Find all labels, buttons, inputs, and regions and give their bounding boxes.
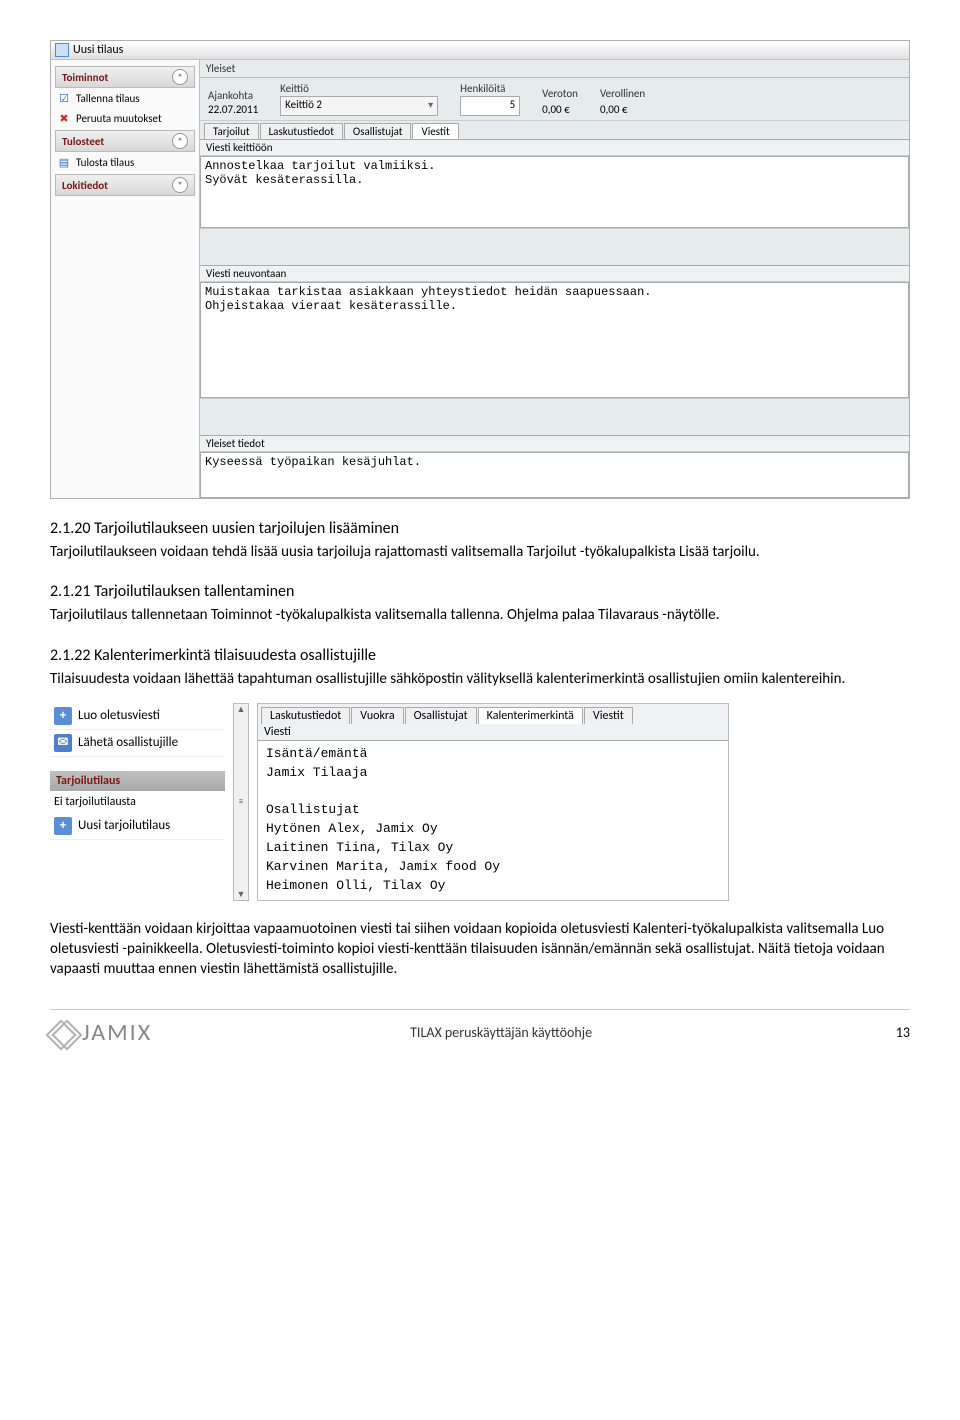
panel-header-toiminnot[interactable]: Toiminnot ˄ (55, 66, 195, 88)
panel-title: Toiminnot (62, 71, 108, 84)
field-label: Ajankohta (208, 89, 258, 102)
tab-vuokra[interactable]: Vuokra (351, 707, 403, 724)
spacer (200, 228, 909, 265)
field-label: Veroton (542, 87, 578, 100)
calendar-panel: Laskutustiedot Vuokra Osallistujat Kalen… (257, 703, 729, 901)
toolbar-item-label: Luo oletusviesti (78, 708, 160, 723)
footer-title: TILAX peruskäyttäjän käyttöohje (164, 1024, 838, 1041)
field-value: 22.07.2011 (208, 103, 258, 116)
message-general-textarea[interactable]: Kyseessä työpaikan kesäjuhlat. (200, 452, 909, 498)
panel-header-lokitiedot[interactable]: Lokitiedot ˅ (55, 174, 195, 196)
heading-2121: 2.1.21 Tarjoilutilauksen tallentaminen (50, 582, 910, 601)
toolbar-item-label: Lähetä osallistujille (78, 735, 178, 750)
sidebar-item-label: Tulosta tilaus (76, 156, 134, 169)
page-footer: JAMIX TILAX peruskäyttäjän käyttöohje 13 (50, 1009, 910, 1057)
heading-2122: 2.1.22 Kalenterimerkintä tilaisuudesta o… (50, 646, 910, 665)
message-label-general: Yleiset tiedot (200, 435, 909, 452)
message-body-textarea[interactable]: Isäntä/emäntä Jamix Tilaaja Osallistujat… (258, 740, 728, 900)
tab-viestit[interactable]: Viestit (412, 123, 458, 139)
cancel-icon: ✖ (57, 111, 71, 125)
scrollbar[interactable]: ▲≡▼ (233, 703, 249, 901)
figure-calendar: + Luo oletusviesti ✉ Lähetä osallistujil… (50, 703, 910, 901)
sidebar-item-save[interactable]: ☑ Tallenna tilaus (55, 88, 195, 108)
heading-2120: 2.1.20 Tarjoilutilaukseen uusien tarjoil… (50, 519, 910, 538)
check-icon: ☑ (57, 91, 71, 105)
message-advice-textarea[interactable]: Muistakaa tarkistaa asiakkaan yhteystied… (200, 282, 909, 398)
message-label-kitchen: Viesti keittiöön (200, 139, 909, 156)
brand-logo: JAMIX (50, 1018, 152, 1047)
brand-name: JAMIX (82, 1018, 152, 1047)
logo-icon (50, 1020, 76, 1046)
field-ajankohta: Ajankohta 22.07.2011 (208, 89, 258, 116)
toolbar-item-label: Uusi tarjoilutilaus (78, 818, 170, 833)
new-serving-order[interactable]: + Uusi tarjoilutilaus (50, 813, 225, 840)
application-window: Uusi tilaus Toiminnot ˄ ☑ Tallenna tilau… (50, 40, 910, 499)
viesti-label: Viesti (258, 724, 728, 740)
field-value: 0,00 € (600, 103, 645, 116)
page-number: 13 (850, 1024, 910, 1041)
paragraph: Tarjoilutilaukseen voidaan tehdä lisää u… (50, 542, 910, 562)
sidebar-item-print[interactable]: ▤ Tulosta tilaus (55, 152, 195, 172)
create-default-message[interactable]: + Luo oletusviesti (50, 703, 225, 730)
sidebar-item-label: Tallenna tilaus (76, 92, 140, 105)
fields-row: Ajankohta 22.07.2011 Keittiö Keittiö 2 H… (200, 78, 909, 121)
field-veroton: Veroton 0,00 € (542, 87, 578, 116)
message-label-advice: Viesti neuvontaan (200, 265, 909, 282)
tab-kalenterimerkinta[interactable]: Kalenterimerkintä (478, 707, 583, 724)
spacer (200, 398, 909, 435)
envelope-icon: ✉ (54, 734, 72, 752)
tab-viestit[interactable]: Viestit (584, 707, 633, 724)
panel-title: Tulosteet (62, 135, 104, 148)
titlebar[interactable]: Uusi tilaus (51, 41, 909, 60)
section-header-tarjoilutilaus: Tarjoilutilaus (50, 771, 225, 791)
tab-bar: Tarjoilut Laskutustiedot Osallistujat Vi… (200, 121, 909, 139)
field-henkiloita: Henkilöitä 5 (460, 82, 520, 116)
tab-osallistujat[interactable]: Osallistujat (344, 123, 412, 139)
field-keittio: Keittiö Keittiö 2 (280, 82, 438, 116)
plus-icon: + (54, 817, 72, 835)
main-panel: Yleiset Ajankohta 22.07.2011 Keittiö Kei… (200, 60, 909, 498)
message-kitchen-textarea[interactable]: Annostelkaa tarjoilut valmiiksi. Syövät … (200, 156, 909, 228)
panel-header-tulosteet[interactable]: Tulosteet ˄ (55, 130, 195, 152)
tab-laskutustiedot[interactable]: Laskutustiedot (260, 123, 343, 139)
calendar-toolbar: + Luo oletusviesti ✉ Lähetä osallistujil… (50, 703, 225, 901)
field-value: 0,00 € (542, 103, 578, 116)
fieldset-label: Yleiset (200, 60, 909, 78)
collapse-icon[interactable]: ˄ (172, 133, 188, 149)
paragraph: Tilaisuudesta voidaan lähettää tapahtuma… (50, 669, 910, 689)
document-icon: ▤ (57, 155, 71, 169)
tab-osallistujat[interactable]: Osallistujat (405, 707, 477, 724)
panel-title: Lokitiedot (62, 179, 108, 192)
field-label: Verollinen (600, 87, 645, 100)
sidebar-item-label: Peruuta muutokset (76, 112, 162, 125)
paragraph: Tarjoilutilaus tallennetaan Toiminnot -t… (50, 605, 910, 625)
paragraph: Viesti-kenttään voidaan kirjoittaa vapaa… (50, 919, 910, 980)
plus-icon: + (54, 707, 72, 725)
sidebar-item-cancel[interactable]: ✖ Peruuta muutokset (55, 108, 195, 128)
expand-icon[interactable]: ˅ (172, 177, 188, 193)
kitchen-combobox[interactable]: Keittiö 2 (280, 96, 438, 116)
collapse-icon[interactable]: ˄ (172, 69, 188, 85)
tab-tarjoilut[interactable]: Tarjoilut (204, 123, 259, 139)
field-verollinen: Verollinen 0,00 € (600, 87, 645, 116)
sidebar: Toiminnot ˄ ☑ Tallenna tilaus ✖ Peruuta … (51, 60, 200, 498)
field-label: Henkilöitä (460, 82, 520, 95)
window-title: Uusi tilaus (73, 43, 123, 57)
tab-laskutustiedot[interactable]: Laskutustiedot (261, 707, 350, 724)
tab-bar: Laskutustiedot Vuokra Osallistujat Kalen… (258, 704, 728, 724)
app-icon (55, 43, 69, 57)
people-input[interactable]: 5 (460, 96, 520, 116)
send-to-participants[interactable]: ✉ Lähetä osallistujille (50, 730, 225, 757)
field-label: Keittiö (280, 82, 438, 95)
no-order-label: Ei tarjoilutilausta (50, 791, 225, 813)
